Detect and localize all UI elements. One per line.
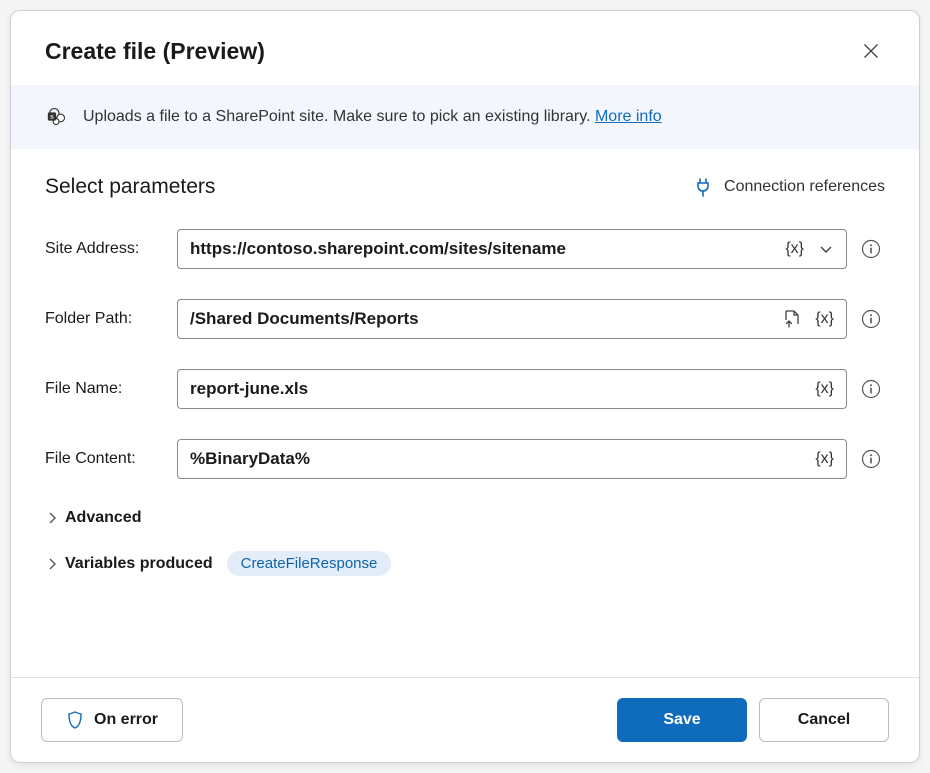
variables-produced-toggle[interactable]: Variables produced CreateFileResponse <box>45 551 885 576</box>
chevron-down-icon <box>818 241 834 257</box>
file-name-label: File Name: <box>45 380 167 398</box>
file-content-label: File Content: <box>45 450 167 468</box>
field-row-site-address: Site Address: {x} <box>45 229 885 269</box>
file-content-input[interactable] <box>190 449 805 469</box>
advanced-label: Advanced <box>65 509 141 527</box>
on-error-button[interactable]: On error <box>41 698 183 742</box>
dialog-content: Select parameters Connection references … <box>11 149 919 677</box>
folder-picker-button[interactable] <box>779 309 805 329</box>
site-address-info[interactable] <box>857 235 885 263</box>
shield-icon <box>66 710 84 730</box>
close-button[interactable] <box>857 37 885 65</box>
chevron-right-icon <box>45 511 59 525</box>
connection-references-button[interactable]: Connection references <box>694 177 885 197</box>
dialog-title: Create file (Preview) <box>45 38 265 65</box>
variable-chip[interactable]: CreateFileResponse <box>227 551 392 576</box>
field-row-file-content: File Content: {x} <box>45 439 885 479</box>
file-name-info[interactable] <box>857 375 885 403</box>
site-address-input[interactable] <box>190 239 775 259</box>
more-info-link[interactable]: More info <box>595 108 662 125</box>
info-description: Uploads a file to a SharePoint site. Mak… <box>83 108 591 125</box>
variables-produced-label: Variables produced <box>65 555 213 573</box>
info-bar: S Uploads a file to a SharePoint site. M… <box>11 85 919 149</box>
section-title: Select parameters <box>45 175 215 199</box>
info-icon <box>861 449 881 469</box>
field-row-file-name: File Name: {x} <box>45 369 885 409</box>
variable-token-button[interactable]: {x} <box>811 310 838 328</box>
folder-path-input-wrap[interactable]: {x} <box>177 299 847 339</box>
plug-icon <box>694 177 712 197</box>
advanced-toggle[interactable]: Advanced <box>45 509 885 527</box>
site-address-input-wrap[interactable]: {x} <box>177 229 847 269</box>
close-icon <box>863 43 879 59</box>
file-content-input-wrap[interactable]: {x} <box>177 439 847 479</box>
info-icon <box>861 379 881 399</box>
section-head: Select parameters Connection references <box>45 175 885 199</box>
variable-token-button[interactable]: {x} <box>811 380 838 398</box>
footer-actions: Save Cancel <box>617 698 889 742</box>
file-arrow-icon <box>783 309 801 329</box>
connection-references-label: Connection references <box>724 178 885 196</box>
svg-text:S: S <box>50 114 54 121</box>
info-text: Uploads a file to a SharePoint site. Mak… <box>83 108 662 126</box>
dialog-header: Create file (Preview) <box>11 11 919 85</box>
file-content-info[interactable] <box>857 445 885 473</box>
variable-token-button[interactable]: {x} <box>811 450 838 468</box>
on-error-label: On error <box>94 711 158 729</box>
info-icon <box>861 309 881 329</box>
cancel-button[interactable]: Cancel <box>759 698 889 742</box>
file-name-input-wrap[interactable]: {x} <box>177 369 847 409</box>
folder-path-label: Folder Path: <box>45 310 167 328</box>
folder-path-input[interactable] <box>190 309 773 329</box>
folder-path-info[interactable] <box>857 305 885 333</box>
info-icon <box>861 239 881 259</box>
dialog-footer: On error Save Cancel <box>11 677 919 762</box>
create-file-dialog: Create file (Preview) S Uploads a file t… <box>10 10 920 763</box>
site-address-label: Site Address: <box>45 240 167 258</box>
save-button[interactable]: Save <box>617 698 747 742</box>
sharepoint-icon: S <box>45 105 69 129</box>
variable-token-button[interactable]: {x} <box>781 240 808 258</box>
site-address-dropdown[interactable] <box>814 241 838 257</box>
chevron-right-icon <box>45 557 59 571</box>
field-row-folder-path: Folder Path: {x} <box>45 299 885 339</box>
file-name-input[interactable] <box>190 379 805 399</box>
